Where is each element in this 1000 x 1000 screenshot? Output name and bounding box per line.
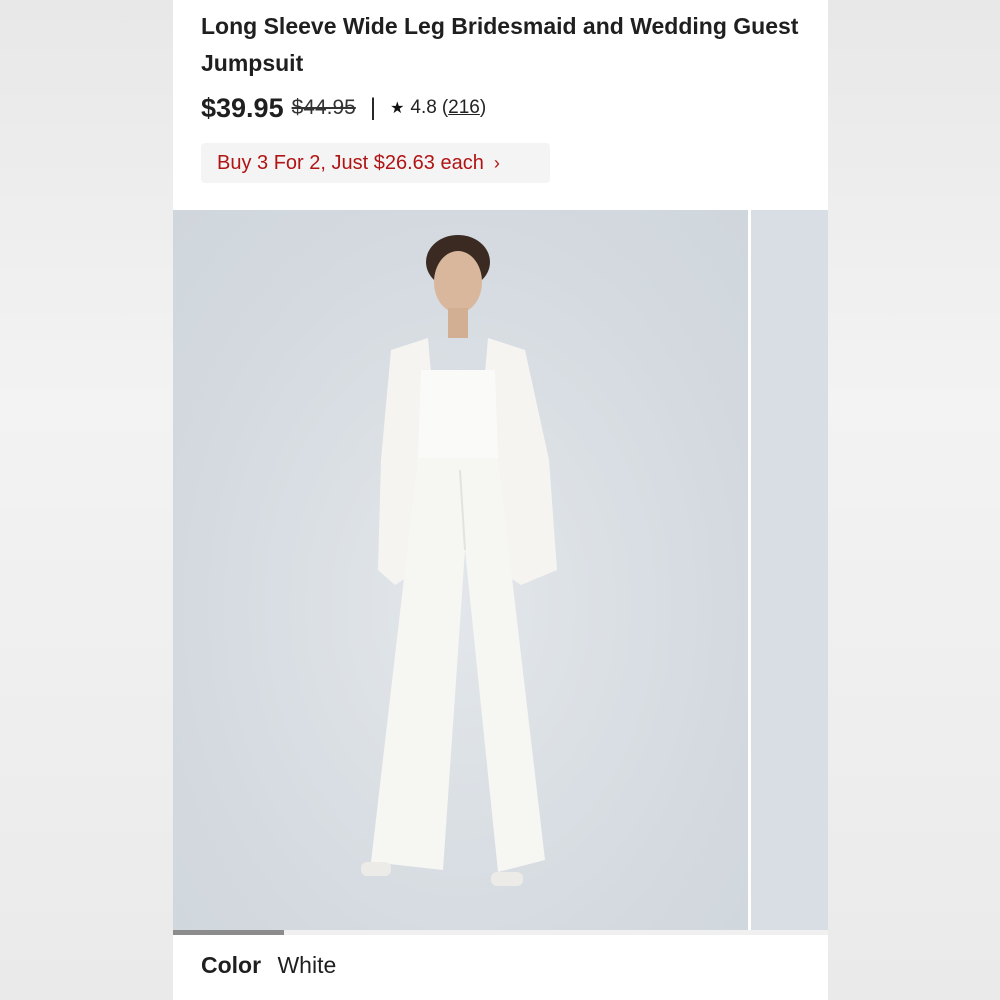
star-icon: ★	[390, 100, 405, 117]
original-price: $44.95	[291, 96, 356, 119]
price-row: $39.95 $44.95 | ★ 4.8 (216)	[201, 88, 486, 128]
promo-label: Buy 3 For 2, Just $26.63 each	[217, 151, 484, 174]
sale-price: $39.95	[201, 92, 284, 123]
product-card: Long Sleeve Wide Leg Bridesmaid and Wedd…	[173, 0, 828, 1000]
rating-value: 4.8	[410, 97, 437, 118]
page-background-right	[828, 0, 1000, 1000]
model-figure	[361, 235, 557, 886]
product-title: Long Sleeve Wide Leg Bridesmaid and Wedd…	[201, 13, 799, 76]
next-photo-peek[interactable]	[751, 210, 828, 930]
chevron-right-icon: ›	[493, 152, 500, 173]
gallery-progress-track	[173, 930, 828, 935]
product-image-gallery[interactable]	[173, 210, 828, 930]
product-photo[interactable]	[173, 210, 748, 930]
color-label: Color	[201, 952, 262, 978]
review-count-link[interactable]: (216)	[442, 97, 486, 119]
page-background-left	[0, 0, 173, 1000]
color-selector-row: Color White	[201, 952, 336, 979]
gallery-progress-fill	[173, 930, 285, 935]
review-count[interactable]: 216	[448, 97, 480, 118]
bundle-promo-button[interactable]: Buy 3 For 2, Just $26.63 each ›	[201, 143, 550, 183]
price-separator: |	[369, 94, 377, 121]
color-value: White	[277, 952, 337, 978]
